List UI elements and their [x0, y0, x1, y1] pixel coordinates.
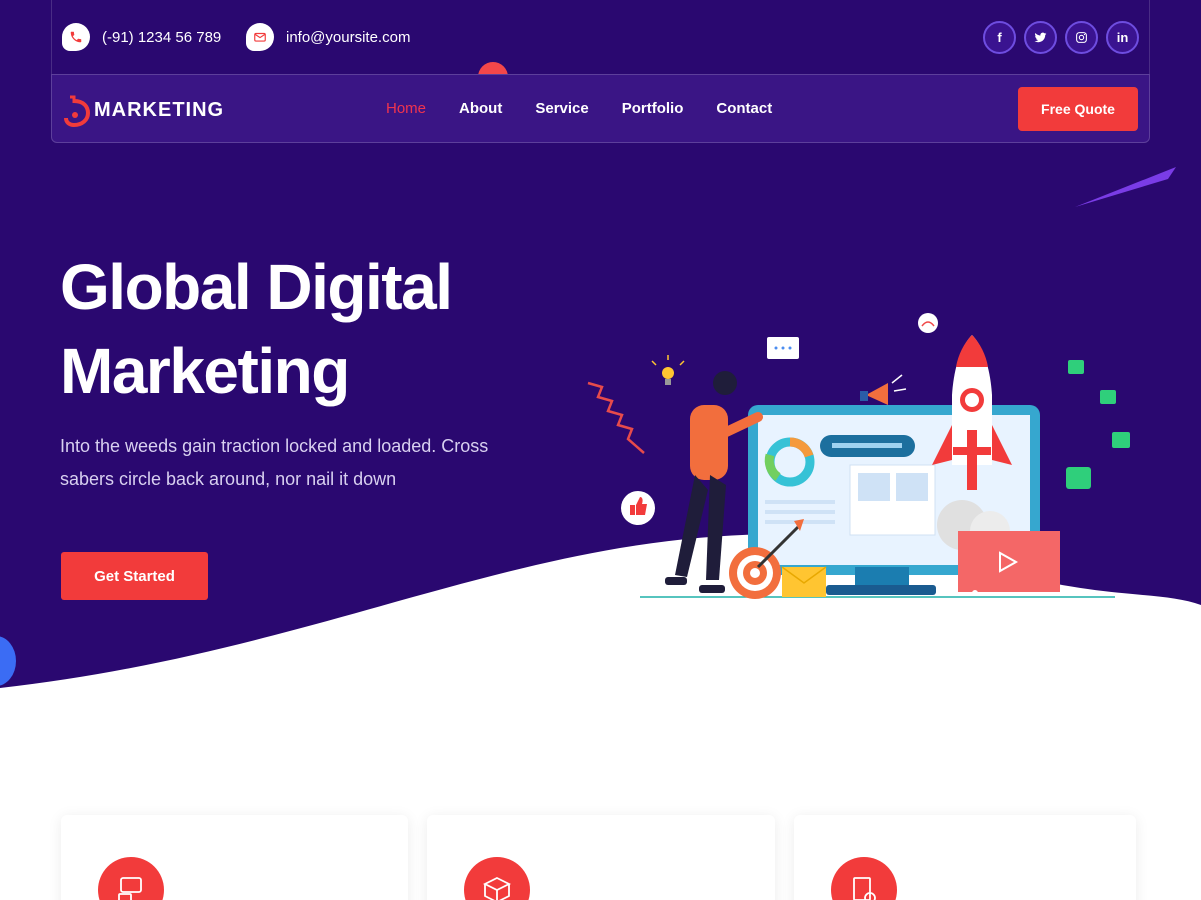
main-navbar: MARKETING Home About Service Portfolio C… [51, 74, 1150, 143]
lightbulb-icon [651, 355, 685, 385]
nav-menu: Home About Service Portfolio Contact [386, 100, 772, 117]
document-gear-icon [831, 857, 897, 900]
boxes-icon [464, 857, 530, 900]
get-started-button[interactable]: Get Started [61, 552, 208, 600]
logo-mark-icon [64, 95, 90, 127]
phone-icon [62, 23, 90, 51]
heart-chat-icon [1066, 360, 1130, 489]
decor-streak [1075, 167, 1176, 207]
envelope-icon [246, 23, 274, 51]
brand-logo[interactable]: MARKETING [64, 93, 224, 127]
phone-contact[interactable]: (-91) 1234 56 789 [62, 23, 221, 51]
nav-item-service[interactable]: Service [535, 100, 588, 117]
social-links: f in [983, 21, 1139, 54]
nav-item-contact[interactable]: Contact [716, 100, 772, 117]
email-address: info@yoursite.com [286, 28, 411, 46]
nav-item-home[interactable]: Home [386, 100, 426, 117]
hero-title-line-1: Global Digital [60, 251, 453, 323]
hero-description: Into the weeds gain traction locked and … [60, 436, 489, 489]
hero-title: Global Digital Marketing [60, 245, 453, 413]
chat-devices-icon [98, 857, 164, 900]
service-card-2[interactable] [427, 815, 775, 900]
email-contact[interactable]: info@yoursite.com [246, 23, 410, 51]
logo-text: MARKETING [94, 98, 225, 121]
top-bar: (-91) 1234 56 789 info@yoursite.com f in [51, 0, 1150, 75]
nav-item-about[interactable]: About [459, 100, 502, 117]
wifi-badge-icon [918, 313, 938, 333]
marketing-illustration [587, 313, 1130, 599]
thumbs-up-icon [621, 491, 655, 525]
phone-number: (-91) 1234 56 789 [102, 28, 222, 46]
free-quote-button[interactable]: Free Quote [1018, 87, 1138, 131]
nav-item-portfolio[interactable]: Portfolio [622, 100, 684, 117]
facebook-icon[interactable]: f [983, 21, 1016, 54]
megaphone-icon [860, 374, 907, 405]
hero-title-line-2: Marketing [60, 335, 350, 407]
service-card-1[interactable] [61, 815, 408, 900]
instagram-icon[interactable] [1065, 21, 1098, 54]
twitter-icon[interactable] [1024, 21, 1057, 54]
speech-bubble-icon [767, 337, 799, 359]
hero-section: (-91) 1234 56 789 info@yoursite.com f in [0, 0, 1201, 700]
linkedin-icon[interactable]: in [1106, 21, 1139, 54]
service-card-3[interactable] [794, 815, 1136, 900]
